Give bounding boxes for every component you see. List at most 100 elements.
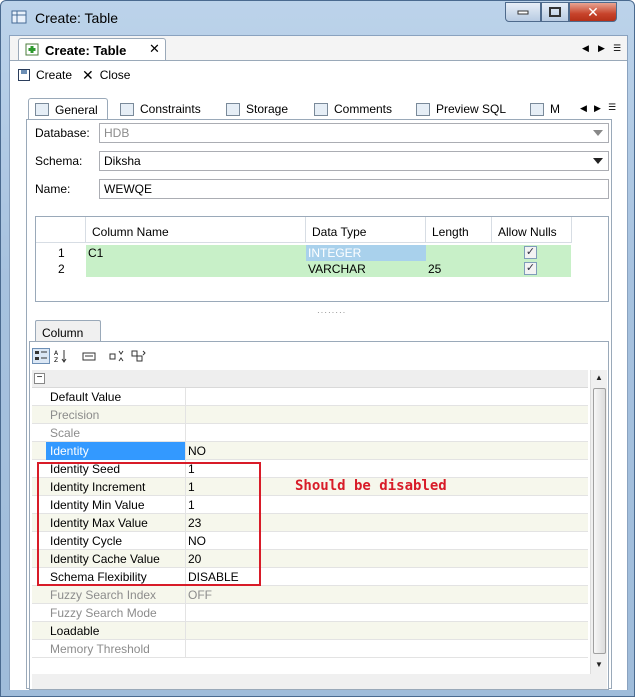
tab-scroll-left-icon[interactable]: ◀ (582, 43, 589, 54)
database-value: HDB (104, 126, 130, 140)
property-group-header[interactable]: − (32, 370, 588, 388)
subtab-list-icon[interactable]: ☰ (608, 102, 616, 113)
annotation-highlight-box (37, 462, 261, 586)
tab-close-icon[interactable]: ✕ (149, 41, 160, 57)
property-name: Default Value (46, 388, 186, 406)
property-row[interactable]: Loadable (32, 622, 588, 640)
maximize-icon (549, 7, 561, 17)
save-icon (18, 69, 30, 81)
cell-length[interactable]: 25 (426, 261, 492, 277)
subtab-scroll-right-icon[interactable]: ▶ (594, 103, 601, 114)
property-row[interactable]: Memory Threshold (32, 640, 588, 658)
editor-subtabs: General Constraints Storage Comments Pre… (28, 98, 616, 120)
tab-more[interactable]: M (524, 98, 560, 120)
svg-text:Z: Z (54, 357, 58, 363)
scroll-up-icon[interactable]: ▲ (595, 373, 603, 382)
allow-nulls-checkbox[interactable]: ✓ (524, 262, 537, 275)
create-label: Create (36, 68, 73, 82)
property-pages-icon[interactable] (80, 348, 98, 364)
collapse-icon[interactable]: − (34, 373, 45, 384)
cell-data-type[interactable]: VARCHAR (306, 261, 426, 277)
properties-vertical-scrollbar[interactable]: ▲ ▼ (590, 370, 607, 674)
col-header-length[interactable]: Length (426, 217, 492, 243)
schema-value: Diksha (104, 154, 141, 168)
cell-allow-nulls[interactable]: ✓ (492, 245, 571, 261)
property-name: Fuzzy Search Mode (46, 604, 186, 622)
create-button[interactable]: Create (18, 67, 72, 83)
database-label: Database: (35, 126, 90, 140)
minimize-icon (517, 10, 529, 15)
tab-more-label: M (550, 102, 560, 116)
property-row[interactable]: Precision (32, 406, 588, 424)
grid-header: Column Name Data Type Length Allow Nulls (36, 217, 608, 243)
tab-list-icon[interactable]: ☰ (613, 43, 621, 54)
property-row[interactable]: Identity NO (32, 442, 588, 460)
col-header-name[interactable]: Column Name (86, 217, 306, 243)
preview-sql-icon (416, 102, 430, 116)
table-row[interactable]: 2 VARCHAR 25 ✓ (36, 261, 571, 277)
cell-data-type[interactable]: INTEGER (306, 245, 426, 261)
schema-combo[interactable]: Diksha (99, 151, 609, 171)
scroll-down-icon[interactable]: ▼ (595, 660, 603, 669)
table-row[interactable]: 1 C1 INTEGER ✓ (36, 245, 571, 261)
create-table-window: Create: Table ✕ Create: Table ✕ ◀ ▶ ☰ Cr… (0, 0, 635, 697)
chevron-down-icon (593, 130, 603, 136)
allow-nulls-checkbox[interactable]: ✓ (524, 246, 537, 259)
minimize-button[interactable] (505, 2, 541, 22)
splitter-handle[interactable]: ········ (317, 308, 346, 317)
properties-toolbar: AZ (30, 342, 608, 368)
tab-scroll-right-icon[interactable]: ▶ (598, 43, 605, 54)
storage-icon (226, 102, 240, 116)
cell-length[interactable] (426, 245, 492, 261)
col-header-allow-nulls[interactable]: Allow Nulls (492, 217, 572, 243)
expand-all-icon[interactable] (108, 348, 126, 364)
close-button[interactable]: ✕ Close (82, 67, 130, 83)
subtab-scroll-left-icon[interactable]: ◀ (580, 103, 587, 114)
tab-preview-sql[interactable]: Preview SQL (410, 98, 506, 120)
property-row[interactable]: Fuzzy Search Index OFF (32, 586, 588, 604)
close-window-button[interactable]: ✕ (569, 2, 617, 22)
property-name: Memory Threshold (46, 640, 186, 658)
tab-create-table[interactable]: Create: Table ✕ (18, 38, 166, 60)
scroll-thumb[interactable] (593, 388, 606, 654)
properties-horizontal-scrollbar[interactable] (32, 674, 607, 689)
collapse-all-icon[interactable] (130, 348, 148, 364)
add-table-icon (25, 43, 39, 56)
property-row[interactable]: Scale (32, 424, 588, 442)
cell-column-name[interactable]: C1 (86, 245, 306, 261)
property-row[interactable]: Fuzzy Search Mode (32, 604, 588, 622)
tab-storage[interactable]: Storage (220, 98, 288, 120)
close-label: Close (99, 68, 131, 82)
col-header-type[interactable]: Data Type (306, 217, 426, 243)
sort-az-icon[interactable]: AZ (52, 348, 70, 364)
property-value: OFF (188, 588, 212, 602)
table-app-icon (11, 10, 27, 24)
name-input[interactable]: WEWQE (99, 179, 609, 199)
window-title: Create: Table (35, 10, 119, 26)
maximize-button[interactable] (541, 2, 569, 22)
property-row[interactable]: Default Value (32, 388, 588, 406)
tab-label: Create: Table (45, 43, 127, 58)
property-value[interactable]: NO (188, 442, 206, 460)
table-icon (530, 102, 544, 116)
cell-column-name[interactable] (86, 261, 306, 277)
database-combo: HDB (99, 123, 609, 143)
tab-column[interactable]: Column (35, 320, 101, 342)
editor-body: Create ✕ Close General Constraints Stora… (10, 60, 627, 690)
tab-constraints[interactable]: Constraints (114, 98, 201, 120)
name-label: Name: (35, 182, 71, 196)
cell-allow-nulls[interactable]: ✓ (492, 261, 571, 277)
property-name: Scale (46, 424, 186, 442)
tab-general[interactable]: General (28, 98, 108, 120)
general-panel: Database: HDB Schema: Diksha Name: WEWQE (26, 119, 612, 690)
columns-grid: Column Name Data Type Length Allow Nulls… (35, 216, 609, 302)
annotation-note: Should be disabled (295, 478, 447, 494)
row-number: 1 (58, 246, 65, 260)
svg-text:A: A (54, 350, 59, 357)
tab-comments-label: Comments (334, 102, 393, 116)
title-bar[interactable]: Create: Table ✕ (1, 1, 634, 35)
grid-corner (36, 217, 86, 243)
property-name: Precision (46, 406, 186, 424)
categorized-view-icon[interactable] (32, 348, 50, 364)
tab-comments[interactable]: Comments (308, 98, 392, 120)
